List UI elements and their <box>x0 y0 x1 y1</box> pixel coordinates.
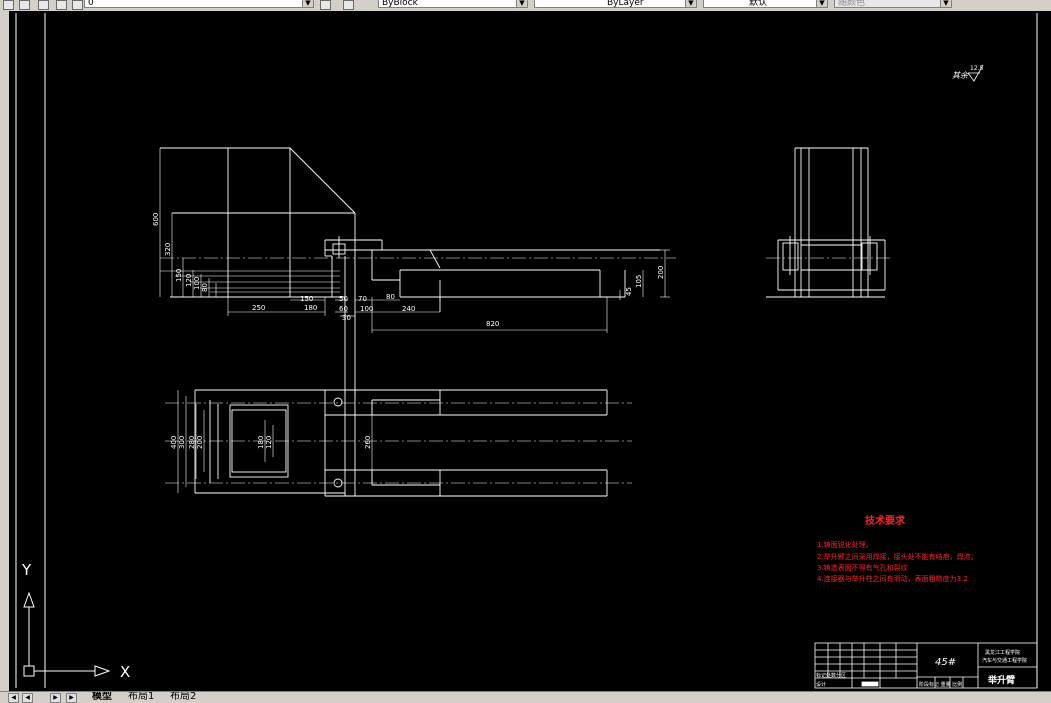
school-name-line2: 汽车与交通工程学院 <box>982 657 1027 664</box>
tech-note-1: 1.铸面锐化处理。 <box>817 541 873 549</box>
dim-180: 180 <box>304 304 317 312</box>
chevron-down-icon[interactable]: ▼ <box>302 0 313 7</box>
layer-states-icon[interactable] <box>343 0 354 10</box>
plotstyle-select: 随颜色 ▼ <box>834 0 952 8</box>
dim-120: 120 <box>185 274 193 287</box>
color-select[interactable]: ByBlock ▼ <box>378 0 528 8</box>
school-name-line1: 黑龙江工程学院 <box>985 649 1020 656</box>
linetype-select[interactable]: ByLayer ▼ <box>534 0 697 8</box>
dim-280: 280 <box>188 436 196 449</box>
dim-45: 45 <box>625 287 633 296</box>
color-select-value: ByBlock <box>382 0 418 8</box>
ucs-y-label: Y <box>22 561 32 579</box>
plotstyle-select-value: 随颜色 <box>838 0 866 8</box>
dim-400: 400 <box>170 436 178 449</box>
dim-300: 300 <box>178 436 186 449</box>
dim-150-h: 150 <box>300 295 313 303</box>
title-block-row-1: 标记处数分区 <box>816 672 846 679</box>
title-block-row-3: 阶段标记 重量 比例 <box>919 681 962 688</box>
tech-note-2: 2.举升臂之间采用焊接，接头处不能有结疤，焊渣。 <box>817 553 978 561</box>
color-square-icon[interactable] <box>72 0 83 10</box>
dim-50: 50 <box>339 295 348 303</box>
title-block-row-2: 设计 <box>816 681 826 688</box>
dim-100: 100 <box>193 277 201 290</box>
dim-240: 240 <box>402 305 415 313</box>
sun-icon[interactable] <box>38 0 49 10</box>
dim-250: 250 <box>252 304 265 312</box>
ucs-x-label: X <box>120 663 131 681</box>
tab-layout2[interactable]: 布局2 <box>170 692 196 702</box>
dim-105: 105 <box>635 275 643 288</box>
tech-note-4: 4.连接器与举升柱之间有滑动，表面粗糙度为3.2 <box>817 575 968 583</box>
dim-100-h: 100 <box>360 305 373 313</box>
tech-requirements-title: 技术要求 <box>865 516 905 527</box>
drawing-canvas[interactable]: 600 320 150 120 100 80 200 105 45 250 15… <box>9 11 1051 691</box>
chevron-down-icon: ▼ <box>940 0 951 7</box>
material-label: 45# <box>935 657 956 668</box>
dim-260: 260 <box>364 436 372 449</box>
linetype-select-value: ByLayer <box>607 0 644 8</box>
dim-200-right: 200 <box>657 266 665 279</box>
chevron-down-icon[interactable]: ▼ <box>516 0 527 7</box>
dim-820: 820 <box>486 320 499 328</box>
dim-320: 320 <box>164 243 172 256</box>
dim-200: 200 <box>196 436 204 449</box>
layer-previous-icon[interactable] <box>320 0 331 10</box>
dim-120-v: 120 <box>265 436 273 449</box>
lightbulb-icon[interactable] <box>19 0 30 10</box>
dim-70: 70 <box>358 295 367 303</box>
chevron-down-icon[interactable]: ▼ <box>816 0 827 7</box>
part-name: 举升臂 <box>987 674 1015 686</box>
roughness-value: 12.5 <box>970 65 984 72</box>
dim-80-h: 80 <box>386 293 395 301</box>
lock-icon[interactable] <box>56 0 67 10</box>
dim-30: 30 <box>342 314 351 322</box>
roughness-label: 其余 <box>952 71 969 80</box>
dim-150: 150 <box>175 269 183 282</box>
dim-180-v: 180 <box>257 436 265 449</box>
lineweight-select[interactable]: 默认 ▼ <box>703 0 828 8</box>
layer-select-value: 0 <box>88 0 94 8</box>
tab-layout1[interactable]: 布局1 <box>128 692 154 702</box>
layer-select[interactable]: 0 ▼ <box>84 0 314 8</box>
lineweight-select-value: 默认 <box>749 0 768 8</box>
tech-note-3: 3.铸造表面不得有气孔和裂纹 <box>817 564 908 572</box>
chevron-down-icon[interactable]: ▼ <box>685 0 696 7</box>
layout-tabs: ◀ ◀ ▶ ▶ 模型 布局1 布局2 <box>0 691 1051 703</box>
dim-600: 600 <box>152 213 160 226</box>
dim-60: 60 <box>339 305 348 313</box>
layer-manager-icon[interactable] <box>3 0 14 10</box>
dim-80: 80 <box>201 283 209 292</box>
tab-model[interactable]: 模型 <box>92 692 112 702</box>
